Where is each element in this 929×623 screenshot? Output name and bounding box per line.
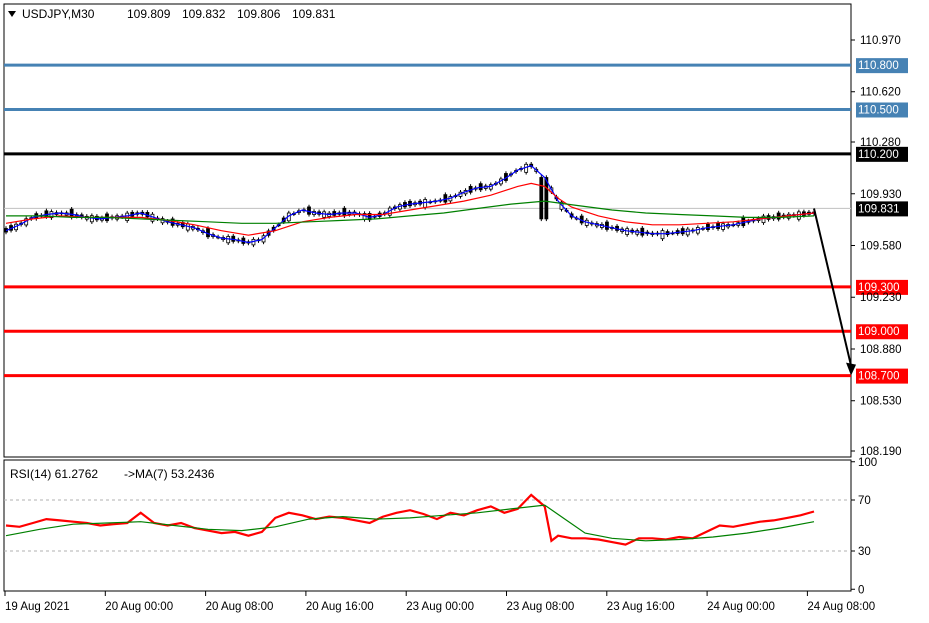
candle-body[interactable] [226, 236, 231, 244]
candle-body[interactable] [741, 217, 746, 227]
time-tick-label: 24 Aug 00:00 [707, 601, 775, 613]
candle-body[interactable] [89, 215, 94, 223]
level-tag-label: 110.500 [858, 104, 899, 116]
candle-body[interactable] [342, 207, 347, 217]
chart-frames [3, 3, 852, 592]
candle-body[interactable] [660, 230, 665, 240]
rsi-ma-label: ->MA(7) 53.2436 [124, 467, 215, 481]
close-price: 109.831 [292, 7, 336, 21]
price-axis: 110.970 110.620 110.280 109.930 109.580 109.2… [851, 35, 902, 596]
current-price-label: 109.831 [858, 203, 900, 215]
price-tick-label: 110.280 [860, 137, 901, 149]
time-tick-label: 23 Aug 16:00 [607, 601, 675, 613]
symbol-label: USDJPY,M30 [22, 7, 95, 21]
level-tag-label: 108.700 [858, 371, 900, 383]
price-tick-label: 109.580 [860, 241, 902, 253]
price-tick-label: 108.880 [860, 344, 902, 356]
level-tag-label: 109.000 [858, 326, 900, 338]
candle-body[interactable] [478, 183, 483, 191]
time-tick-label: 23 Aug 08:00 [507, 601, 575, 613]
candle-body[interactable] [685, 228, 690, 236]
candle-body[interactable] [544, 177, 549, 220]
candle-body[interactable] [716, 222, 720, 229]
candle-body[interactable] [605, 221, 609, 230]
candle-body[interactable] [423, 199, 428, 208]
time-tick-label: 20 Aug 00:00 [105, 601, 173, 613]
level-tag-label: 110.800 [858, 60, 899, 72]
price-panel-frame [3, 3, 852, 458]
price-tick-label: 109.930 [860, 189, 902, 201]
high-price: 109.832 [182, 7, 226, 21]
candle-body[interactable] [796, 211, 801, 220]
rsi-tick-label: 30 [858, 546, 871, 558]
time-tick-label: 23 Aug 00:00 [406, 601, 474, 613]
price-tick-label: 108.530 [860, 396, 902, 408]
candle-body[interactable] [640, 227, 645, 236]
level-tag-label: 110.200 [858, 149, 899, 161]
rsi-tick-label: 100 [858, 457, 877, 469]
low-price: 109.806 [237, 7, 281, 21]
time-axis: 19 Aug 2021 20 Aug 00:00 20 Aug 08:00 20 Au… [4, 591, 875, 613]
open-price: 109.809 [127, 7, 171, 21]
rsi-label: RSI(14) 61.2762 [10, 467, 98, 481]
time-tick-label: 19 Aug 2021 [5, 601, 70, 613]
price-tick-label: 110.620 [860, 87, 901, 99]
candle-body[interactable] [776, 212, 781, 220]
rsi-tick-label: 70 [858, 495, 871, 507]
rsi-tick-label: 0 [858, 584, 864, 596]
trading-chart[interactable]: 110.800110.500110.200109.300109.000108.7… [0, 0, 929, 623]
price-tick-label: 109.230 [860, 292, 902, 304]
candle-body[interactable] [539, 177, 544, 220]
candle-body[interactable] [524, 163, 529, 173]
price-tick-label: 110.970 [860, 35, 901, 47]
time-tick-label: 20 Aug 08:00 [206, 601, 274, 613]
candle-body[interactable] [625, 228, 630, 235]
time-tick-label: 24 Aug 08:00 [807, 601, 875, 613]
candle-body[interactable] [307, 206, 311, 215]
time-tick-label: 20 Aug 16:00 [306, 601, 374, 613]
candle-body[interactable] [443, 194, 448, 203]
